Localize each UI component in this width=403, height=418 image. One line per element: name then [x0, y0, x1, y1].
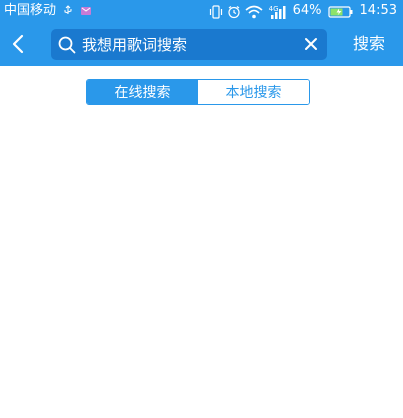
status-left: 中国移动 — [4, 3, 92, 19]
search-toolbar: 搜索 — [0, 22, 403, 66]
clear-icon — [303, 37, 319, 56]
search-icon — [57, 35, 77, 55]
search-mode-tabs: 在线搜索 本地搜索 — [86, 79, 310, 105]
vibrate-icon — [209, 5, 222, 19]
back-arrow-icon — [6, 34, 32, 62]
tab-online-search-label: 在线搜索 — [114, 85, 171, 101]
signal-group: 4G — [269, 5, 287, 19]
search-button[interactable]: 搜索 — [353, 33, 385, 55]
clock-time: 14:53 — [359, 3, 397, 18]
tab-online-search[interactable]: 在线搜索 — [87, 80, 198, 104]
status-right: 4G 64% 14:53 — [209, 3, 397, 19]
message-icon — [80, 5, 92, 17]
back-button[interactable] — [6, 30, 32, 58]
alarm-icon — [227, 5, 240, 19]
tab-local-search-label: 本地搜索 — [225, 85, 282, 101]
wifi-icon — [245, 5, 263, 19]
usb-icon — [62, 5, 74, 17]
search-input[interactable] — [82, 29, 292, 60]
battery-percent: 64% — [292, 3, 322, 18]
clear-button[interactable] — [303, 36, 319, 52]
status-bar: 中国移动 4G 64% 14:53 — [0, 0, 403, 22]
tab-local-search[interactable]: 本地搜索 — [198, 80, 309, 104]
network-type-label: 4G — [268, 5, 279, 13]
search-box[interactable] — [51, 29, 327, 60]
battery-icon — [327, 5, 354, 18]
app-screen: 中国移动 4G 64% 14:53 我想用歌词搜索 搜索 在线搜索 本地搜索 — [0, 0, 403, 418]
carrier-label: 中国移动 — [4, 3, 57, 18]
